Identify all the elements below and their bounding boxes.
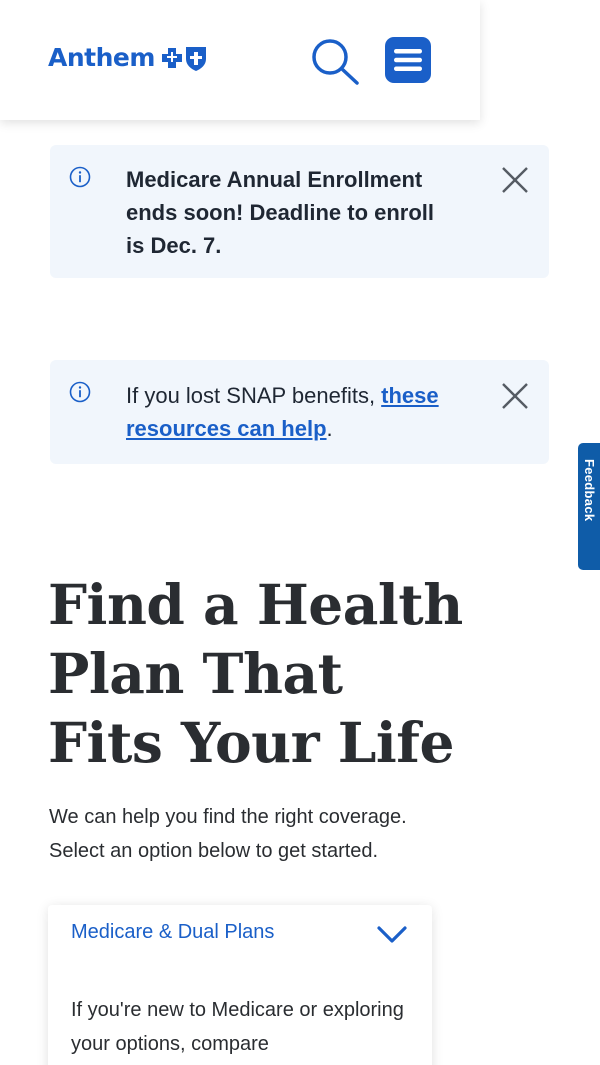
hamburger-menu-icon <box>394 49 422 71</box>
site-header: Anthem <box>0 0 480 120</box>
alert-message-prefix: If you lost SNAP benefits, <box>126 383 382 408</box>
search-button[interactable] <box>309 36 361 86</box>
feedback-label: Feedback <box>582 459 597 522</box>
hero-subtitle: We can help you find the right coverage.… <box>49 806 407 862</box>
plan-card-title: Medicare & Dual Plans <box>71 921 275 943</box>
plan-card-description: If you're new to Medicare or exploring y… <box>71 999 404 1055</box>
menu-button[interactable] <box>385 37 431 83</box>
close-icon[interactable] <box>500 165 530 195</box>
alert-message-suffix: . <box>326 416 333 441</box>
info-icon <box>69 381 91 403</box>
alert-message: If you lost SNAP benefits, these resourc… <box>126 379 486 445</box>
info-icon <box>69 166 91 188</box>
close-icon[interactable] <box>500 381 530 411</box>
blue-cross-blue-shield-icon <box>158 44 210 72</box>
hero-title: Find a Health Plan That Fits Your Life <box>48 572 463 775</box>
snap-alert: If you lost SNAP benefits, these resourc… <box>50 360 549 464</box>
plan-card-medicare[interactable]: Medicare & Dual Plans If you're new to M… <box>48 905 432 1065</box>
enrollment-alert: Medicare Annual Enrollment ends soon! De… <box>50 145 549 278</box>
search-icon <box>312 39 359 85</box>
feedback-tab[interactable]: Feedback <box>578 443 600 570</box>
logo-wordmark: Anthem <box>48 43 155 72</box>
chevron-down-icon[interactable] <box>376 925 408 945</box>
alert-message: Medicare Annual Enrollment ends soon! De… <box>126 167 435 258</box>
anthem-logo[interactable]: Anthem <box>48 43 210 72</box>
